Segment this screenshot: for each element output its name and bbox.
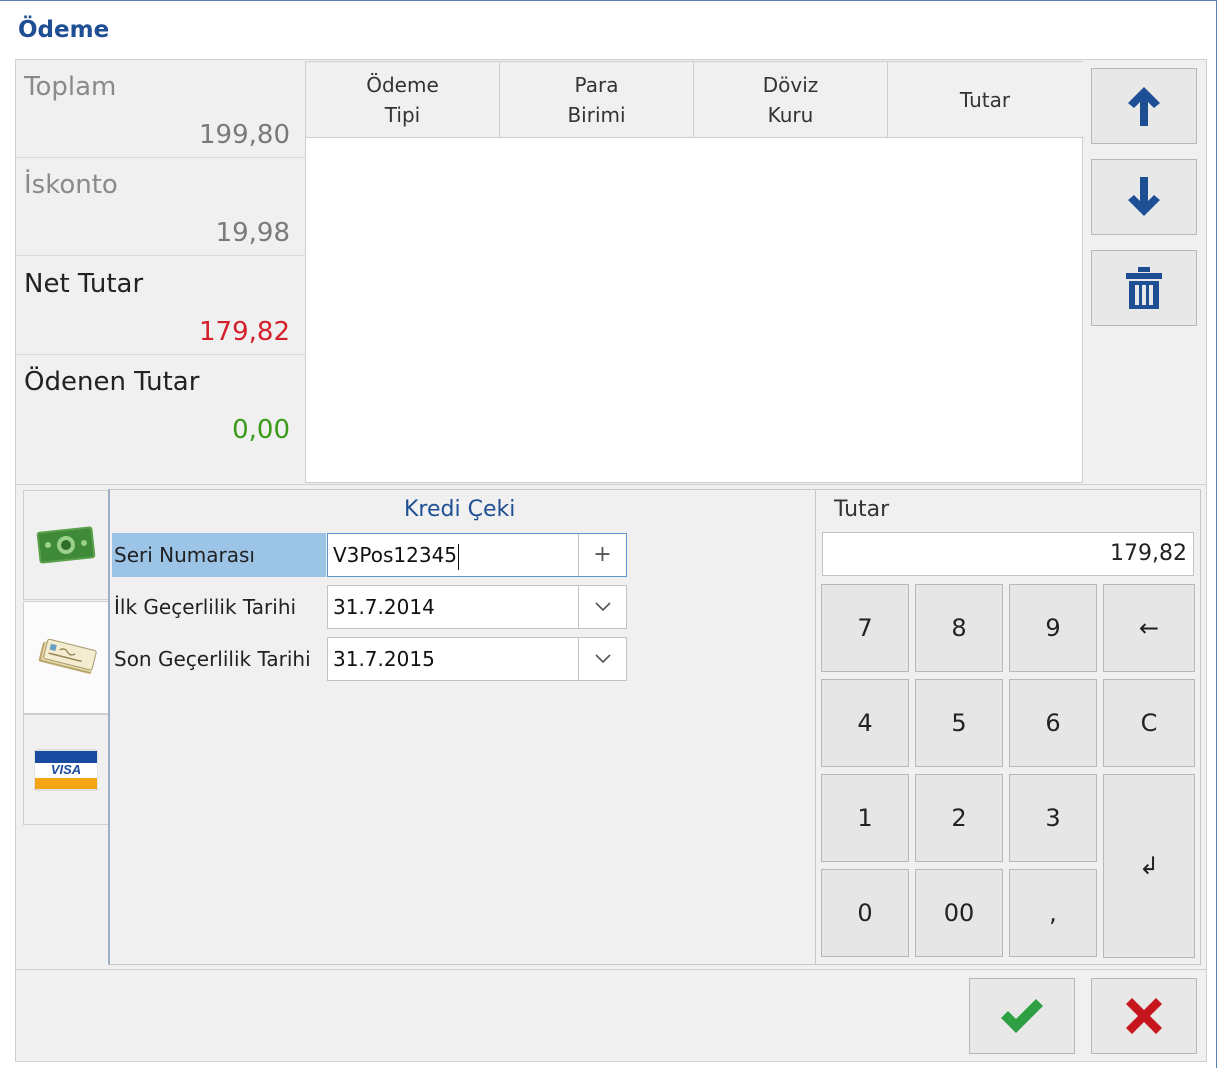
tab-credit-cheque[interactable] xyxy=(23,601,109,714)
tab-credit-card[interactable]: VISA xyxy=(23,714,109,825)
column-header-exchange-rate[interactable]: Döviz Kuru xyxy=(694,62,888,138)
key-2[interactable]: 2 xyxy=(915,774,1003,862)
key-6[interactable]: 6 xyxy=(1009,679,1097,767)
valid-to-dropdown-button[interactable] xyxy=(578,638,626,680)
serial-number-value: V3Pos12345 xyxy=(333,543,458,567)
trash-icon xyxy=(1126,267,1162,309)
valid-to-date-picker[interactable]: 31.7.2015 xyxy=(327,637,627,681)
amount-input[interactable]: 179,82 xyxy=(822,532,1194,576)
serial-number-label: Seri Numarası xyxy=(112,533,326,577)
valid-to-label: Son Geçerlilik Tarihi xyxy=(114,647,311,671)
summary-total-label: Toplam xyxy=(24,72,117,102)
column-header-text: Tutar xyxy=(959,88,1011,112)
serial-number-input[interactable]: V3Pos12345 + xyxy=(327,533,627,577)
serial-add-button[interactable]: + xyxy=(578,534,626,576)
valid-from-value: 31.7.2014 xyxy=(333,595,435,619)
summary-total: Toplam 199,80 xyxy=(16,60,306,158)
chevron-down-icon xyxy=(594,654,611,664)
payments-grid[interactable]: Ödeme Tipi Para Birimi Döviz Kuru Tutar xyxy=(305,61,1084,483)
key-9[interactable]: 9 xyxy=(1009,584,1097,672)
summary-discount: İskonto 19,98 xyxy=(16,158,306,256)
footer-divider xyxy=(16,969,1206,970)
summary-paid-label: Ödenen Tutar xyxy=(24,367,200,397)
visa-card-icon: VISA xyxy=(34,749,98,790)
key-3[interactable]: 3 xyxy=(1009,774,1097,862)
delete-button[interactable] xyxy=(1091,250,1197,326)
grid-header: Ödeme Tipi Para Birimi Döviz Kuru Tutar xyxy=(306,62,1084,138)
confirm-button[interactable] xyxy=(969,978,1075,1054)
move-up-button[interactable] xyxy=(1091,68,1197,144)
key-enter[interactable]: ↲ xyxy=(1103,774,1195,958)
plus-icon: + xyxy=(593,542,612,567)
column-header-text: Kuru xyxy=(767,103,814,127)
column-header-currency[interactable]: Para Birimi xyxy=(500,62,694,138)
column-header-text: Para xyxy=(574,73,619,97)
column-header-text: Birimi xyxy=(567,103,626,127)
key-0[interactable]: 0 xyxy=(821,869,909,957)
cancel-button[interactable] xyxy=(1091,978,1197,1054)
tab-cash[interactable] xyxy=(23,490,109,600)
key-4[interactable]: 4 xyxy=(821,679,909,767)
column-header-amount[interactable]: Tutar xyxy=(888,62,1082,138)
summary-discount-value: 19,98 xyxy=(215,218,290,248)
column-header-text: Döviz xyxy=(762,73,819,97)
text-caret xyxy=(458,543,460,570)
key-7[interactable]: 7 xyxy=(821,584,909,672)
column-header-text: Ödeme xyxy=(366,73,439,97)
arrow-up-icon xyxy=(1128,87,1160,126)
summary-net-value: 179,82 xyxy=(199,317,290,347)
chevron-down-icon xyxy=(594,602,611,612)
summary-paid: Ödenen Tutar 0,00 xyxy=(16,355,306,453)
valid-from-dropdown-button[interactable] xyxy=(578,586,626,628)
summary-discount-label: İskonto xyxy=(24,170,118,200)
valid-to-value: 31.7.2015 xyxy=(333,647,435,671)
column-header-payment-type[interactable]: Ödeme Tipi xyxy=(306,62,500,138)
summary-net-label: Net Tutar xyxy=(24,269,144,299)
valid-from-label: İlk Geçerlilik Tarihi xyxy=(114,595,297,619)
move-down-button[interactable] xyxy=(1091,159,1197,235)
key-clear[interactable]: C xyxy=(1103,679,1195,767)
credit-cheque-title: Kredi Çeki xyxy=(396,497,524,522)
key-backspace[interactable]: ← xyxy=(1103,584,1195,672)
keypad-title: Tutar xyxy=(828,497,896,522)
key-5[interactable]: 5 xyxy=(915,679,1003,767)
cash-icon xyxy=(36,526,96,564)
cheque-icon xyxy=(38,638,97,674)
arrow-down-icon xyxy=(1128,177,1160,216)
summary-net: Net Tutar 179,82 xyxy=(16,257,306,355)
key-8[interactable]: 8 xyxy=(915,584,1003,672)
summary-paid-value: 0,00 xyxy=(232,415,290,445)
key-1[interactable]: 1 xyxy=(821,774,909,862)
window-title: Ödeme xyxy=(18,17,110,43)
key-comma[interactable]: , xyxy=(1009,869,1097,957)
payment-window: Ödeme Toplam 199,80 İskonto 19,98 Net Tu… xyxy=(0,0,1217,1068)
svg-text:VISA: VISA xyxy=(51,762,81,777)
valid-from-date-picker[interactable]: 31.7.2014 xyxy=(327,585,627,629)
summary-panel: Toplam 199,80 İskonto 19,98 Net Tutar 17… xyxy=(16,60,306,484)
key-00[interactable]: 00 xyxy=(915,869,1003,957)
summary-total-value: 199,80 xyxy=(199,120,290,150)
column-header-text: Tipi xyxy=(384,103,421,127)
close-icon xyxy=(1126,998,1162,1034)
checkmark-icon xyxy=(1001,999,1043,1033)
